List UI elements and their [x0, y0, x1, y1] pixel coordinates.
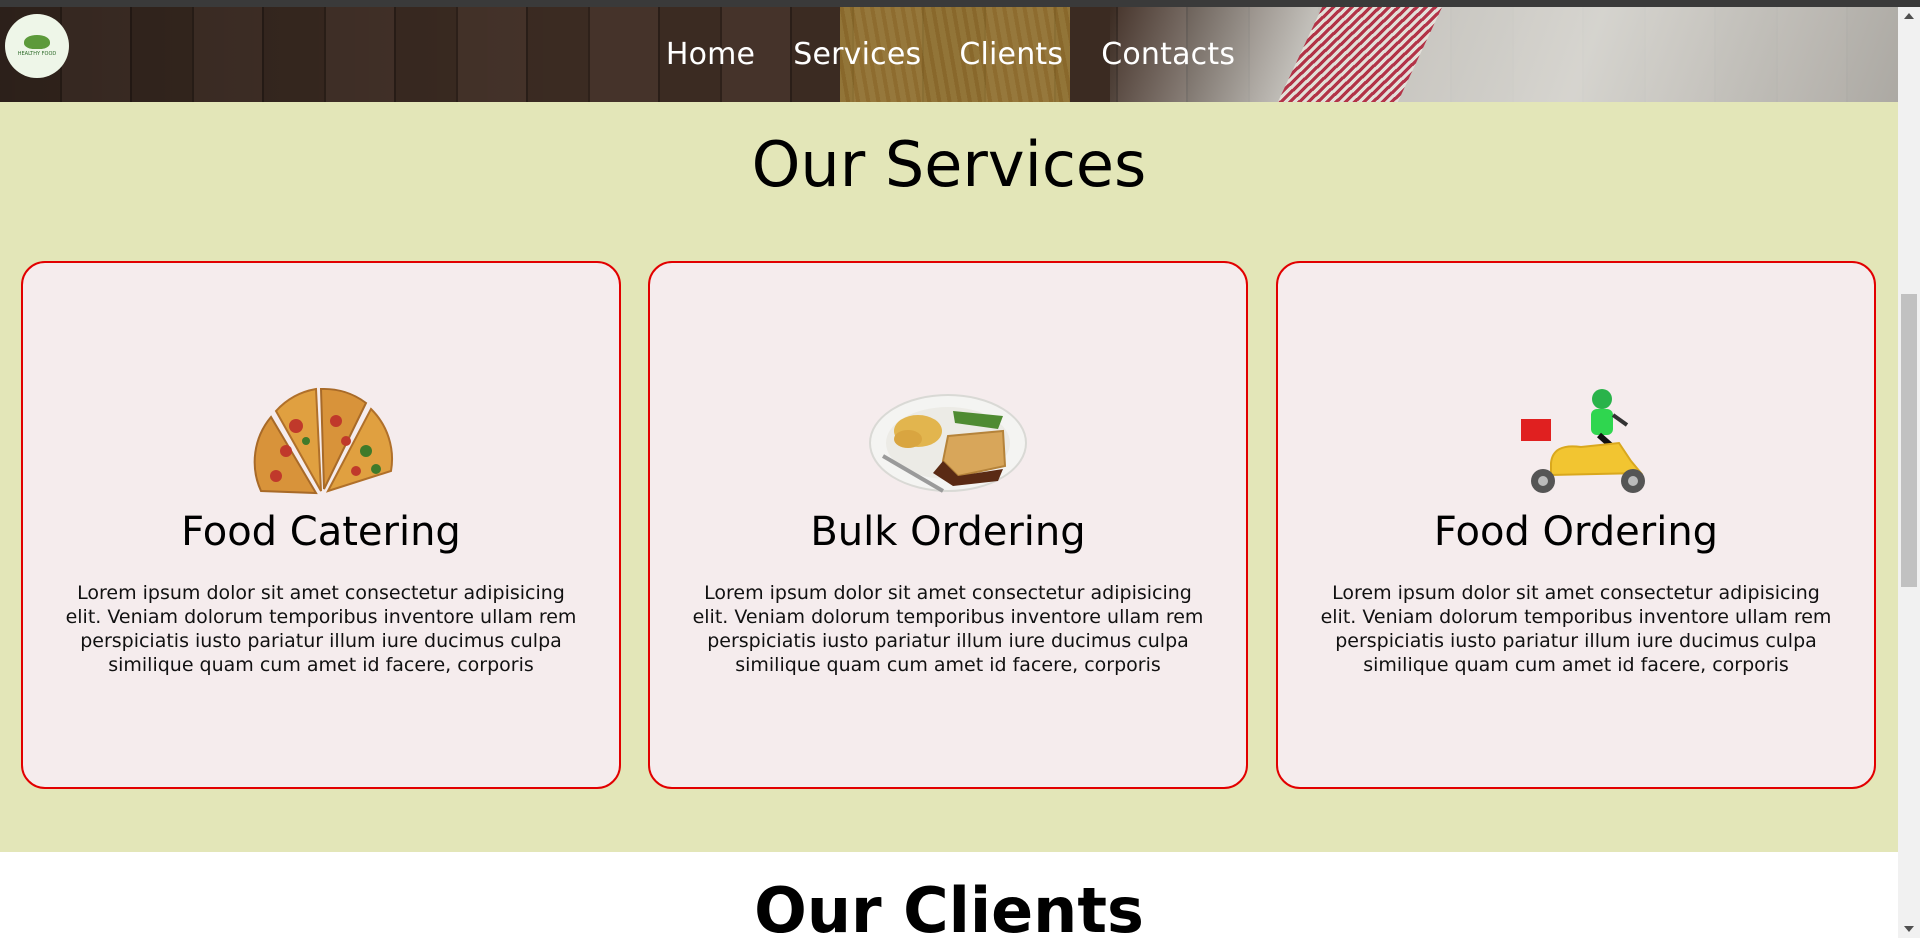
nav-services-link[interactable]: Services: [793, 37, 921, 72]
page-scrollbar[interactable]: [1898, 7, 1920, 938]
meat-pie-plate-image: [869, 394, 1027, 493]
delivery-scooter-image: [1521, 389, 1645, 493]
service-card-text: Lorem ipsum dolor sit amet consectetur a…: [65, 582, 577, 676]
scroll-down-arrow-icon[interactable]: [1904, 926, 1914, 932]
scroll-up-arrow-icon[interactable]: [1904, 13, 1914, 19]
service-card-food-ordering: Food Ordering Lorem ipsum dolor sit amet…: [1276, 261, 1876, 789]
browser-top-strip: [0, 0, 1920, 7]
clients-title: Our Clients: [754, 874, 1144, 947]
service-card-text: Lorem ipsum dolor sit amet consectetur a…: [692, 582, 1204, 676]
scrollbar-thumb[interactable]: [1901, 294, 1917, 587]
pizza-slices-image: [253, 387, 394, 495]
service-card-title: Bulk Ordering: [810, 509, 1086, 555]
nav-home-link[interactable]: Home: [666, 37, 755, 72]
service-card-text: Lorem ipsum dolor sit amet consectetur a…: [1320, 582, 1832, 676]
services-title: Our Services: [751, 128, 1147, 201]
service-card-bulk-ordering: Bulk Ordering Lorem ipsum dolor sit amet…: [648, 261, 1248, 789]
nav-contacts-link[interactable]: Contacts: [1101, 37, 1235, 72]
nav-clients-link[interactable]: Clients: [959, 37, 1063, 72]
service-card-title: Food Catering: [181, 509, 461, 555]
main-nav: Home Services Clients Contacts: [0, 7, 1898, 102]
service-card-food-catering: Food Catering Lorem ipsum dolor sit amet…: [21, 261, 621, 789]
services-section: Our Services Food Catering Lorem ipsum d…: [0, 102, 1898, 852]
service-card-title: Food Ordering: [1433, 509, 1719, 555]
